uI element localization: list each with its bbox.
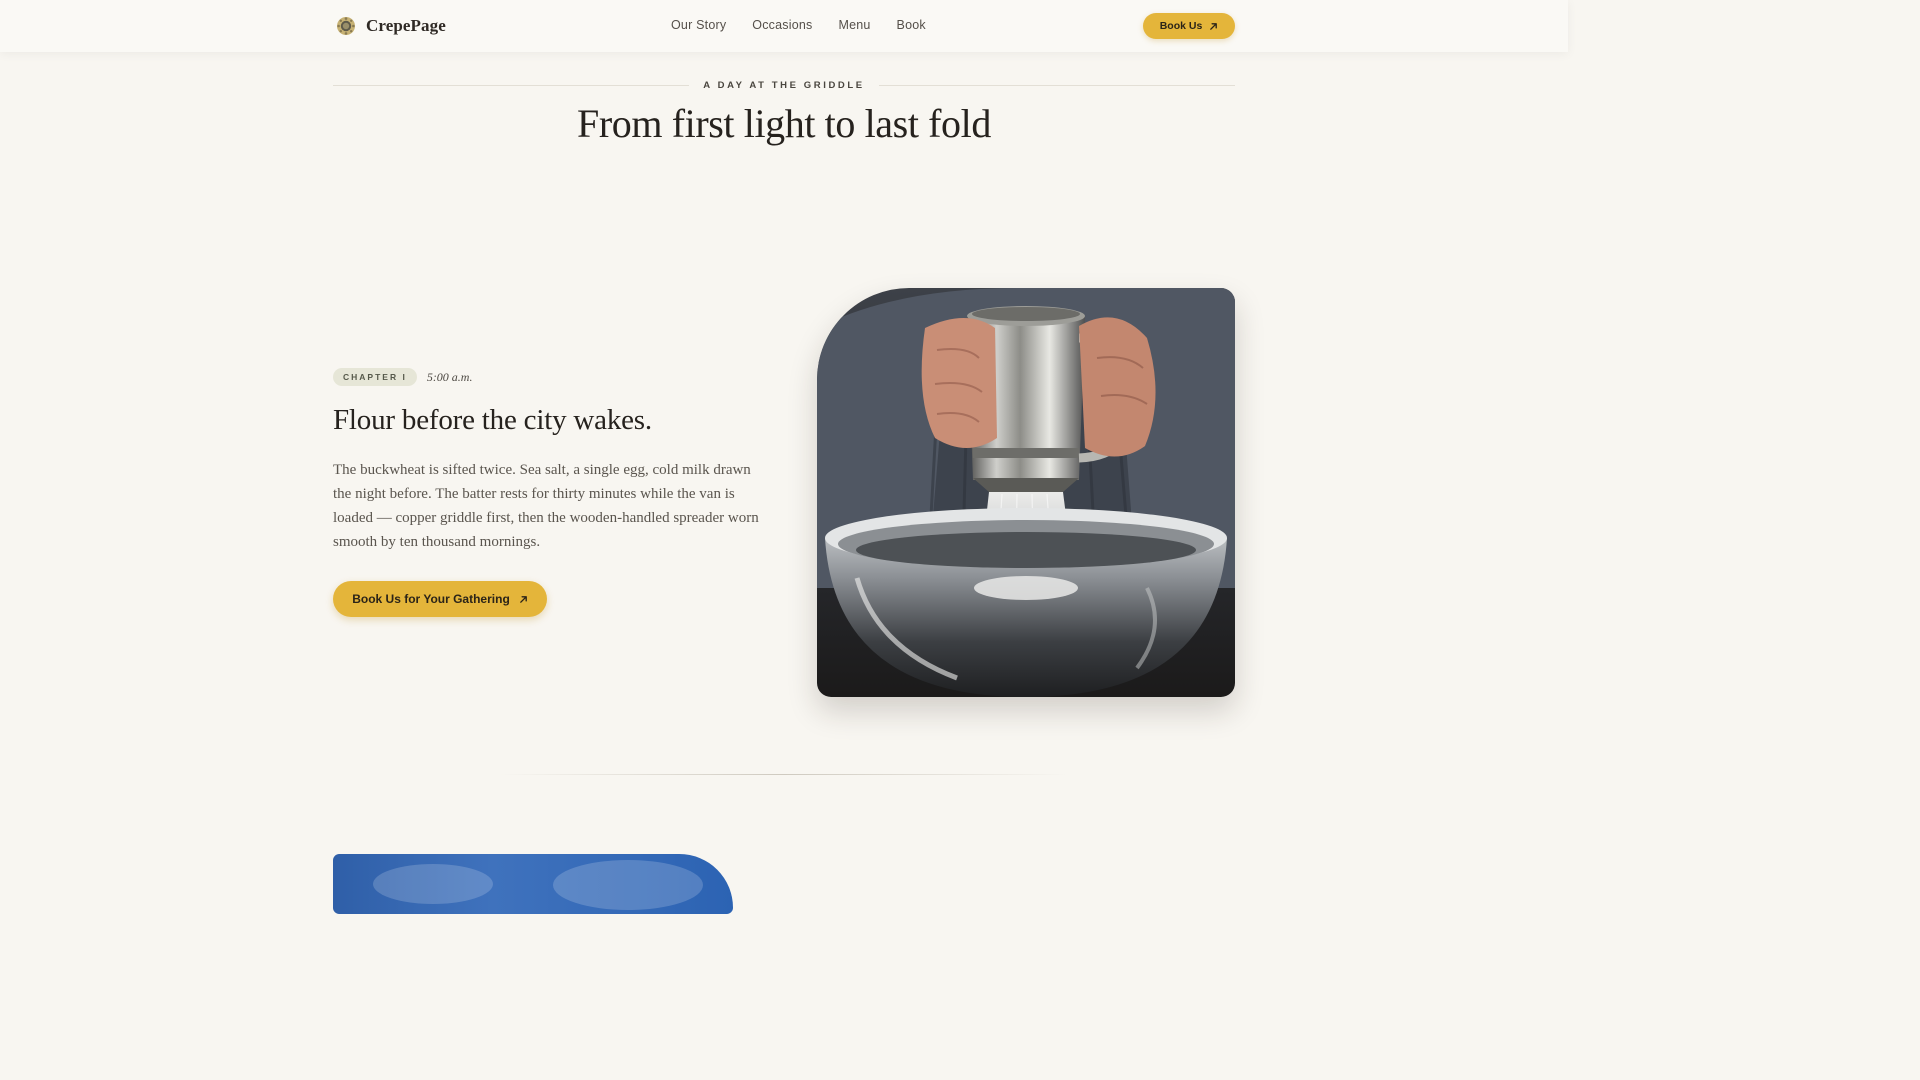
brand-name: CrepePage <box>366 16 446 35</box>
nav-link-our-story[interactable]: Our Story <box>671 18 726 32</box>
nav-link-occasions[interactable]: Occasions <box>752 18 812 32</box>
book-gathering-label: Book Us for Your Gathering <box>352 592 510 606</box>
brand-home-link[interactable]: CrepePage <box>336 14 446 38</box>
eyebrow-rule-right <box>878 84 1235 86</box>
eyebrow-rule-left <box>333 84 690 86</box>
site-header: CrepePage Our Story Occasions Menu Book … <box>0 0 1568 52</box>
section-divider <box>500 774 1068 775</box>
chapter-time: 5:00 a.m. <box>426 369 473 384</box>
arrow-up-right-icon <box>519 595 527 603</box>
sunflower-crepe-icon <box>337 17 355 35</box>
chapter-badge: CHAPTER I <box>333 368 417 386</box>
nav-link-book[interactable]: Book <box>897 18 926 32</box>
main-nav: Our Story Occasions Menu Book <box>671 18 926 32</box>
sky-cloud <box>553 860 703 910</box>
book-gathering-button[interactable]: Book Us for Your Gathering <box>333 581 547 617</box>
arrow-up-right-icon <box>1210 22 1218 30</box>
section-eyebrow-row: A DAY AT THE GRIDDLE <box>333 78 1235 92</box>
flour-sifting-photo <box>817 288 1235 697</box>
next-chapter-photo <box>333 854 733 914</box>
book-us-label: Book Us <box>1159 20 1203 32</box>
chapter-heading: Flour before the city wakes. <box>333 404 652 436</box>
chapter-body: The buckwheat is sifted twice. Sea salt,… <box>333 462 759 550</box>
sky-cloud <box>373 864 493 904</box>
chapter-meta: CHAPTER I 5:00 a.m. <box>333 368 472 386</box>
nav-link-menu[interactable]: Menu <box>838 18 870 32</box>
flour-sifting-illustration <box>817 288 1235 697</box>
section-title: From first light to last fold <box>577 101 991 146</box>
book-us-button[interactable]: Book Us <box>1143 13 1235 39</box>
section-eyebrow: A DAY AT THE GRIDDLE <box>703 79 865 91</box>
